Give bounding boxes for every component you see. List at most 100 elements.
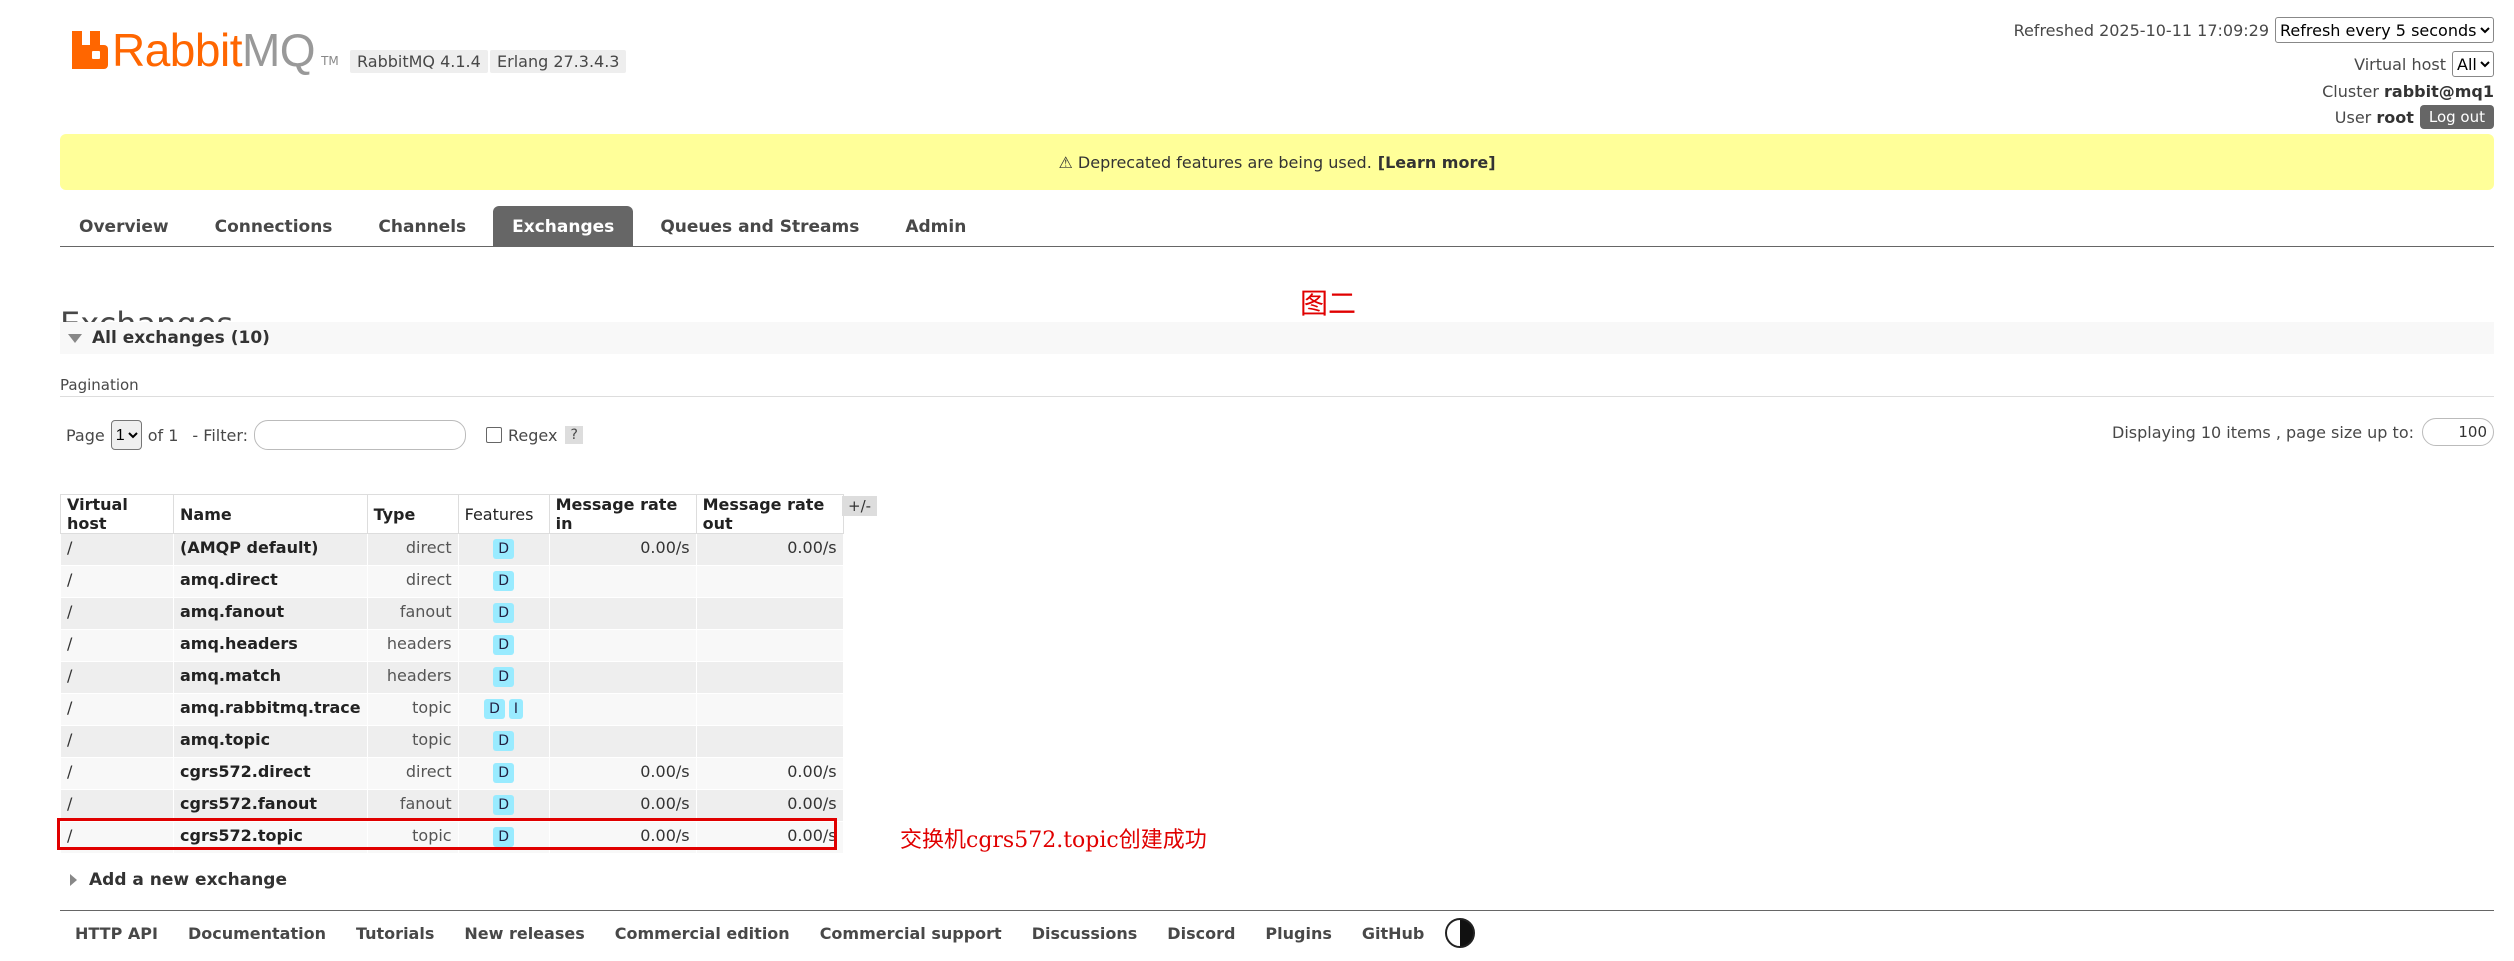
- cell-exchange-name[interactable]: amq.match: [173, 661, 368, 694]
- cell-features: D: [457, 533, 550, 566]
- add-new-exchange-label: Add a new exchange: [89, 870, 288, 890]
- cell-exchange-name[interactable]: amq.fanout: [173, 597, 368, 630]
- footer-link-commercial-edition[interactable]: Commercial edition: [600, 924, 805, 943]
- col-message-rate-in[interactable]: Message rate in: [548, 494, 697, 534]
- footer-links: HTTP API Documentation Tutorials New rel…: [60, 910, 2494, 955]
- col-virtual-host[interactable]: Virtual host: [60, 494, 174, 534]
- col-name[interactable]: Name: [173, 494, 368, 534]
- tab-admin[interactable]: Admin: [886, 206, 985, 246]
- rabbit-logo-icon: [72, 31, 108, 69]
- vhost-label: Virtual host: [2354, 54, 2446, 74]
- cell-type: direct: [366, 757, 459, 790]
- cell-type: headers: [366, 629, 459, 662]
- tab-connections[interactable]: Connections: [196, 206, 352, 246]
- cell-virtual-host: /: [60, 789, 174, 822]
- feature-badge: D: [493, 667, 514, 687]
- tab-queues-and-streams[interactable]: Queues and Streams: [641, 206, 878, 246]
- cell-type: fanout: [366, 597, 459, 630]
- cell-message-rate-in: [548, 661, 697, 694]
- cell-message-rate-in: 0.00/s: [548, 533, 697, 566]
- footer-link-tutorials[interactable]: Tutorials: [341, 924, 449, 943]
- cell-message-rate-in: [548, 565, 697, 598]
- all-exchanges-section-toggle[interactable]: All exchanges (10): [60, 322, 2494, 354]
- cell-exchange-name[interactable]: amq.rabbitmq.trace: [173, 693, 368, 726]
- tab-overview[interactable]: Overview: [60, 206, 188, 246]
- footer-link-plugins[interactable]: Plugins: [1250, 924, 1346, 943]
- vhost-select[interactable]: All: [2452, 51, 2494, 77]
- feature-badge: D: [493, 539, 514, 559]
- deprecation-banner: ⚠ Deprecated features are being used. [L…: [60, 134, 2494, 190]
- logo-wordmark: RabbitMQ: [112, 24, 316, 76]
- cell-features: D: [457, 789, 550, 822]
- learn-more-link[interactable]: [Learn more]: [1378, 153, 1496, 172]
- cell-exchange-name[interactable]: amq.headers: [173, 629, 368, 662]
- highlight-annotation-box: [57, 818, 837, 850]
- cell-exchange-name[interactable]: amq.topic: [173, 725, 368, 758]
- footer-link-http-api[interactable]: HTTP API: [60, 924, 173, 943]
- footer-link-github[interactable]: GitHub: [1347, 924, 1440, 943]
- cell-features: D: [457, 565, 550, 598]
- cell-features: D: [457, 725, 550, 758]
- table-row: / amq.fanout fanout D: [60, 597, 844, 630]
- cell-message-rate-out: 0.00/s: [695, 757, 844, 790]
- tab-channels[interactable]: Channels: [359, 206, 485, 246]
- expand-triangle-icon: [70, 874, 77, 886]
- pagination-controls: Page 1 of 1 - Filter: Regex ?: [66, 420, 583, 450]
- col-message-rate-out[interactable]: Message rate out: [695, 494, 844, 534]
- page-select[interactable]: 1: [110, 420, 142, 450]
- version-badge: RabbitMQ 4.1.4: [350, 50, 488, 73]
- logo-trademark: TM: [321, 54, 339, 68]
- col-type[interactable]: Type: [366, 494, 459, 534]
- footer-link-commercial-support[interactable]: Commercial support: [805, 924, 1017, 943]
- column-options-button[interactable]: +/-: [842, 496, 878, 516]
- cell-type: fanout: [366, 789, 459, 822]
- cell-message-rate-out: [695, 597, 844, 630]
- cell-message-rate-in: 0.00/s: [548, 757, 697, 790]
- rabbitmq-logo[interactable]: RabbitMQ TM: [72, 24, 339, 76]
- add-new-exchange-toggle[interactable]: Add a new exchange: [70, 870, 287, 890]
- footer-link-documentation[interactable]: Documentation: [173, 924, 341, 943]
- footer-link-discussions[interactable]: Discussions: [1017, 924, 1153, 943]
- tab-exchanges[interactable]: Exchanges: [493, 206, 634, 246]
- cell-message-rate-out: [695, 629, 844, 662]
- cell-features: D: [457, 757, 550, 790]
- annotation-figure-label: 图二: [1300, 287, 1357, 320]
- cell-message-rate-out: [695, 565, 844, 598]
- cell-exchange-name[interactable]: amq.direct: [173, 565, 368, 598]
- cluster-name: rabbit@mq1: [2384, 81, 2494, 101]
- cell-message-rate-in: 0.00/s: [548, 789, 697, 822]
- page-size-input[interactable]: 100: [2422, 418, 2494, 446]
- cell-type: direct: [366, 565, 459, 598]
- table-row: / cgrs572.fanout fanout D 0.00/s 0.00/s: [60, 789, 844, 822]
- cell-features: DI: [457, 693, 550, 726]
- header-status: Refreshed 2025-10-11 17:09:29 Refresh ev…: [2014, 16, 2494, 130]
- regex-help-button[interactable]: ?: [565, 426, 583, 444]
- cell-type: topic: [366, 725, 459, 758]
- theme-toggle-icon[interactable]: [1445, 918, 1476, 948]
- main-tabs: Overview Connections Channels Exchanges …: [60, 206, 2494, 247]
- user-name: root: [2376, 107, 2414, 127]
- cell-type: headers: [366, 661, 459, 694]
- cell-exchange-name[interactable]: (AMQP default): [173, 533, 368, 566]
- cell-features: D: [457, 661, 550, 694]
- footer-link-new-releases[interactable]: New releases: [449, 924, 599, 943]
- cell-type: direct: [366, 533, 459, 566]
- refresh-interval-select[interactable]: Refresh every 5 seconds: [2275, 17, 2494, 43]
- feature-badge: I: [508, 699, 524, 719]
- logout-button[interactable]: Log out: [2419, 105, 2494, 129]
- filter-input[interactable]: [254, 420, 467, 450]
- feature-badge: D: [493, 635, 514, 655]
- footer-link-discord[interactable]: Discord: [1152, 924, 1250, 943]
- cell-features: D: [457, 597, 550, 630]
- cell-type: topic: [366, 693, 459, 726]
- cell-exchange-name[interactable]: cgrs572.direct: [173, 757, 368, 790]
- cell-virtual-host: /: [60, 725, 174, 758]
- display-info: Displaying 10 items , page size up to: 1…: [2112, 418, 2494, 446]
- cell-exchange-name[interactable]: cgrs572.fanout: [173, 789, 368, 822]
- table-row: / amq.direct direct D: [60, 565, 844, 598]
- rabbitmq-management-page: RabbitMQ TM RabbitMQ 4.1.4 Erlang 27.3.4…: [0, 0, 2514, 961]
- filter-label: - Filter:: [192, 425, 249, 445]
- cell-message-rate-out: 0.00/s: [695, 789, 844, 822]
- cluster-label: Cluster: [2322, 81, 2379, 101]
- regex-checkbox[interactable]: [486, 427, 503, 443]
